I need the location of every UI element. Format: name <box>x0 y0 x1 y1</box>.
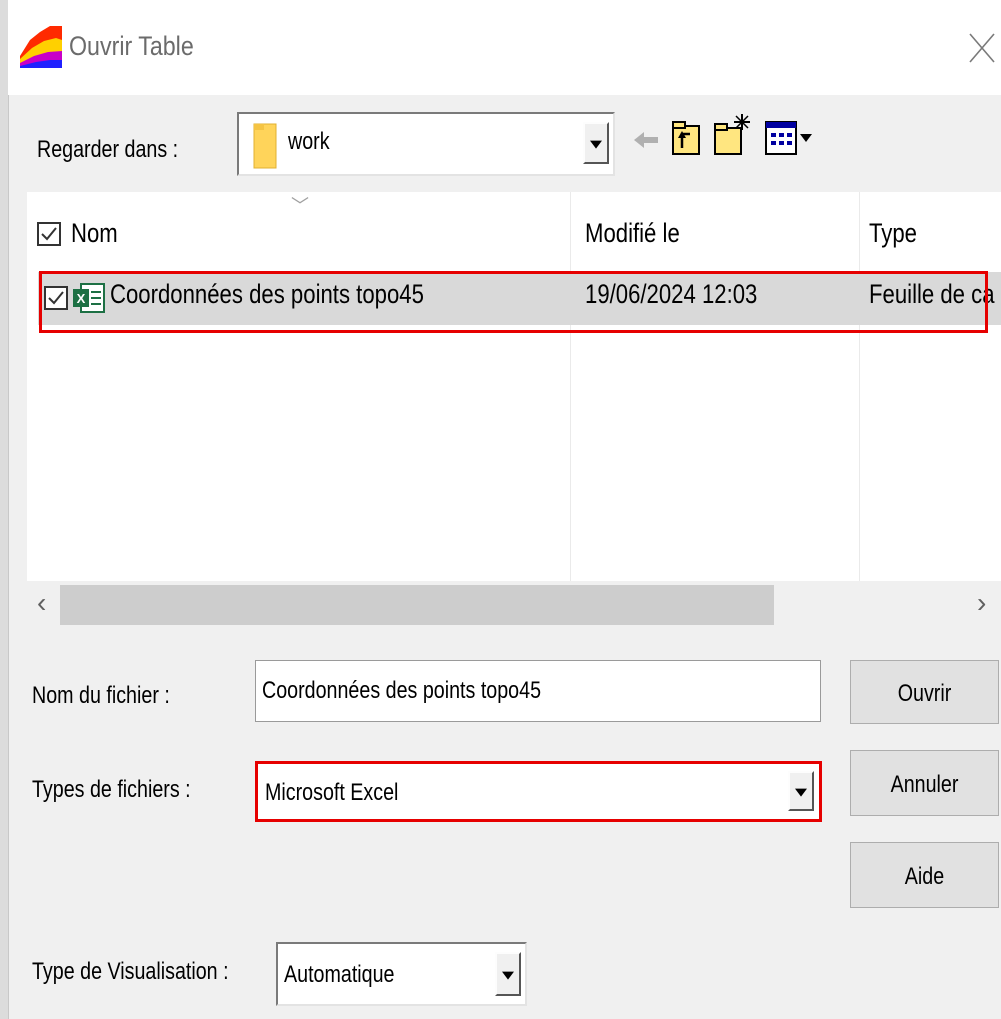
new-folder-icon[interactable] <box>712 112 752 158</box>
viewtype-combo[interactable]: Automatique <box>276 942 527 1006</box>
file-list[interactable]: ﹀ Nom Modifié le Type X Coordonnées des … <box>27 192 1001 581</box>
filetype-value: Microsoft Excel <box>265 779 399 806</box>
svg-text:X: X <box>77 291 86 306</box>
window-frame-left <box>0 0 9 1019</box>
file-modified: 19/06/2024 12:03 <box>585 279 758 309</box>
scrollbar-thumb[interactable] <box>60 585 774 625</box>
viewtype-value: Automatique <box>284 961 395 988</box>
filename-label: Nom du fichier : <box>32 682 170 709</box>
open-table-dialog: Ouvrir Table Regarder dans : work ﹀ Nom … <box>0 0 1001 1019</box>
close-icon <box>969 33 995 63</box>
horizontal-scrollbar[interactable]: ‹ › <box>27 581 1001 631</box>
cancel-button[interactable]: Annuler <box>850 750 999 816</box>
filetype-combo[interactable]: Microsoft Excel <box>257 763 820 820</box>
checkmark-icon <box>41 227 57 241</box>
column-separator <box>570 192 571 581</box>
sort-indicator: ﹀ <box>291 196 309 216</box>
look-in-label: Regarder dans : <box>37 136 179 163</box>
column-header-name[interactable]: Nom <box>71 218 118 249</box>
look-in-combo[interactable]: work <box>237 112 615 176</box>
help-button-label: Aide <box>904 863 945 890</box>
look-in-value: work <box>288 128 330 155</box>
viewtype-label: Type de Visualisation : <box>32 958 229 985</box>
column-separator <box>859 192 860 581</box>
filename-input[interactable]: Coordonnées des points topo45 <box>255 660 821 722</box>
app-logo-icon <box>20 26 62 68</box>
scroll-right-arrow[interactable]: › <box>977 587 986 619</box>
file-name: Coordonnées des points topo45 <box>110 279 424 309</box>
column-header-type[interactable]: Type <box>869 218 917 249</box>
filename-value: Coordonnées des points topo45 <box>262 677 542 704</box>
chevron-down-icon <box>795 788 807 797</box>
close-button[interactable] <box>964 28 1000 68</box>
scroll-left-arrow[interactable]: ‹ <box>37 587 46 619</box>
open-button[interactable]: Ouvrir <box>850 660 999 724</box>
look-in-dropdown-button[interactable] <box>583 122 609 164</box>
help-button[interactable]: Aide <box>850 842 999 908</box>
chevron-down-icon <box>590 140 602 149</box>
select-all-checkbox[interactable] <box>37 222 61 246</box>
excel-file-icon: X <box>73 283 105 313</box>
window-title: Ouvrir Table <box>69 31 194 61</box>
chevron-down-icon <box>502 971 514 980</box>
row-checkbox[interactable] <box>44 286 68 310</box>
back-arrow-icon[interactable] <box>632 128 660 152</box>
viewtype-dropdown-button[interactable] <box>495 952 521 996</box>
view-menu-icon[interactable] <box>764 118 818 158</box>
checkmark-icon <box>48 291 64 305</box>
title-bar: Ouvrir Table <box>8 0 1001 95</box>
up-folder-icon[interactable] <box>670 118 702 158</box>
table-row[interactable]: X Coordonnées des points topo45 19/06/20… <box>38 272 1001 325</box>
cancel-button-label: Annuler <box>890 771 959 798</box>
folder-icon <box>253 123 277 169</box>
filetype-label: Types de fichiers : <box>32 776 191 803</box>
open-button-label: Ouvrir <box>897 680 952 707</box>
column-header-modified[interactable]: Modifié le <box>585 218 680 249</box>
filetype-dropdown-button[interactable] <box>788 771 814 811</box>
file-type: Feuille de ca <box>869 279 995 309</box>
